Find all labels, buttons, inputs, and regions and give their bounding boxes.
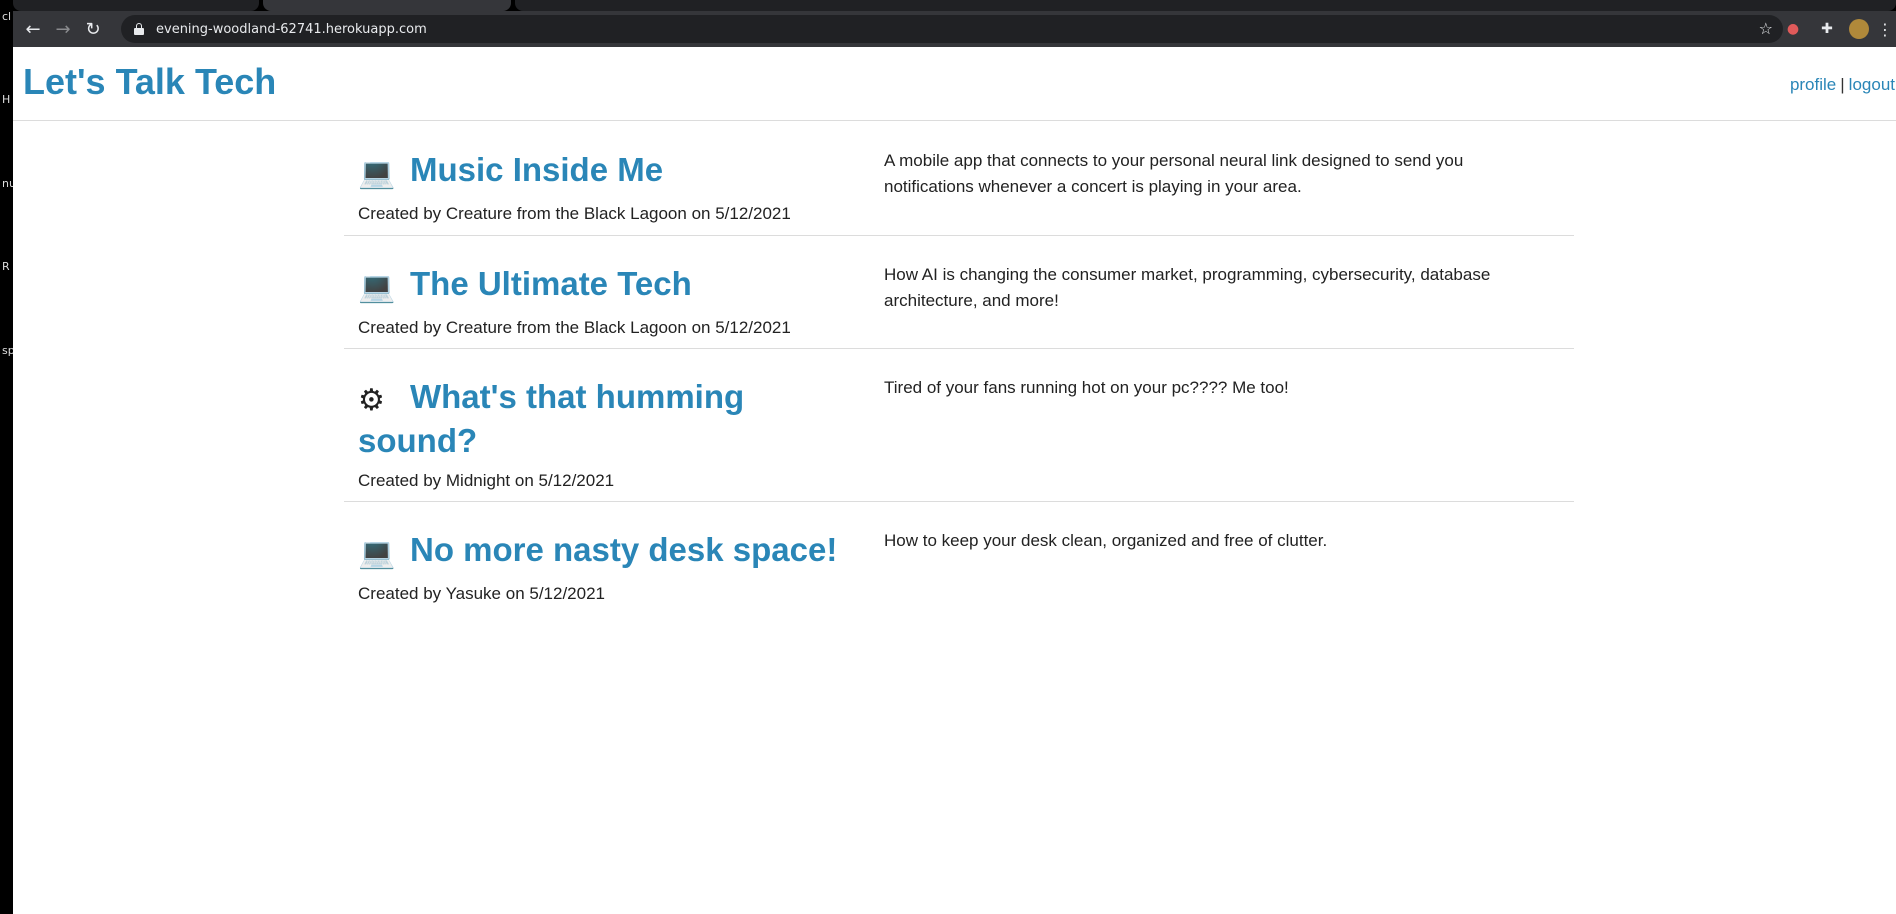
browser-toolbar: ← → ↻ evening-woodland-62741.herokuapp.c… bbox=[13, 11, 1896, 47]
reload-button[interactable]: ↻ bbox=[78, 14, 108, 44]
profile-avatar[interactable] bbox=[1849, 19, 1869, 39]
post-meta: Created by Yasuke on 5/12/2021 bbox=[358, 584, 605, 603]
post-item: ⚙ What's that humming sound? Created by M… bbox=[344, 349, 1574, 502]
browser-tab-active[interactable] bbox=[263, 0, 511, 11]
laptop-icon: 💻 bbox=[358, 536, 396, 571]
post-title-link[interactable]: 💻 The Ultimate Tech bbox=[358, 264, 848, 308]
desktop-fragment: sp bbox=[2, 344, 13, 357]
post-title-link[interactable]: 💻 No more nasty desk space! bbox=[358, 530, 848, 574]
extension-record-icon[interactable]: ● bbox=[1783, 19, 1803, 39]
post-description: Tired of your fans running hot on your p… bbox=[884, 378, 1289, 397]
site-nav: profile | logout bbox=[1790, 75, 1895, 95]
laptop-icon: 💻 bbox=[358, 270, 396, 305]
site-title[interactable]: Let's Talk Tech bbox=[23, 61, 276, 103]
desktop-fragment: H bbox=[2, 93, 11, 106]
desktop-fragment: R bbox=[2, 260, 10, 273]
desktop-background: cl H nu R sp bbox=[0, 0, 13, 914]
browser-window: ← → ↻ evening-woodland-62741.herokuapp.c… bbox=[13, 0, 1896, 914]
post-description: How AI is changing the consumer market, … bbox=[884, 265, 1491, 310]
arrow-left-icon: ← bbox=[25, 18, 41, 40]
post-description: A mobile app that connects to your perso… bbox=[884, 151, 1464, 196]
post-meta: Created by Creature from the Black Lagoo… bbox=[358, 204, 791, 223]
reload-icon: ↻ bbox=[85, 18, 101, 40]
arrow-right-icon: → bbox=[55, 18, 71, 40]
post-title[interactable]: What's that humming sound? bbox=[358, 378, 744, 459]
forward-button[interactable]: → bbox=[48, 14, 78, 44]
gear-icon: ⚙ bbox=[358, 383, 385, 418]
laptop-icon: 💻 bbox=[358, 156, 396, 191]
page-content: Let's Talk Tech profile | logout 💻 Music In… bbox=[13, 47, 1896, 914]
browser-tab[interactable] bbox=[13, 0, 259, 11]
post-title[interactable]: The Ultimate Tech bbox=[410, 265, 692, 302]
logout-link[interactable]: logout bbox=[1849, 75, 1895, 94]
nav-separator: | bbox=[1840, 75, 1845, 94]
url-text[interactable]: evening-woodland-62741.herokuapp.com bbox=[156, 22, 427, 37]
post-title-link[interactable]: ⚙ What's that humming sound? bbox=[358, 377, 848, 461]
extensions-puzzle-icon[interactable]: ✚ bbox=[1817, 19, 1837, 39]
back-button[interactable]: ← bbox=[18, 14, 48, 44]
post-meta: Created by Creature from the Black Lagoo… bbox=[358, 318, 791, 337]
desktop-fragment: cl bbox=[2, 10, 12, 23]
address-bar[interactable]: evening-woodland-62741.herokuapp.com ☆ bbox=[121, 15, 1783, 43]
post-meta: Created by Midnight on 5/12/2021 bbox=[358, 471, 615, 490]
browser-tab[interactable] bbox=[515, 0, 1896, 11]
post-title[interactable]: Music Inside Me bbox=[410, 151, 663, 188]
desktop-fragment: nu bbox=[2, 177, 13, 190]
bookmark-star-icon[interactable]: ☆ bbox=[1759, 19, 1773, 38]
browser-menu-icon[interactable]: ⋮ bbox=[1875, 19, 1895, 39]
post-description: How to keep your desk clean, organized a… bbox=[884, 531, 1328, 550]
lock-icon bbox=[134, 23, 144, 35]
post-list: 💻 Music Inside Me Created by Creature fro… bbox=[344, 122, 1574, 622]
post-item: 💻 Music Inside Me Created by Creature fro… bbox=[344, 122, 1574, 236]
site-header: Let's Talk Tech profile | logout bbox=[13, 47, 1896, 121]
profile-link[interactable]: profile bbox=[1790, 75, 1836, 94]
post-item: 💻 No more nasty desk space! Created by Ya… bbox=[344, 502, 1574, 622]
post-title[interactable]: No more nasty desk space! bbox=[410, 531, 837, 568]
post-title-link[interactable]: 💻 Music Inside Me bbox=[358, 150, 848, 194]
post-item: 💻 The Ultimate Tech Created by Creature f… bbox=[344, 236, 1574, 349]
tab-strip bbox=[13, 0, 1896, 11]
